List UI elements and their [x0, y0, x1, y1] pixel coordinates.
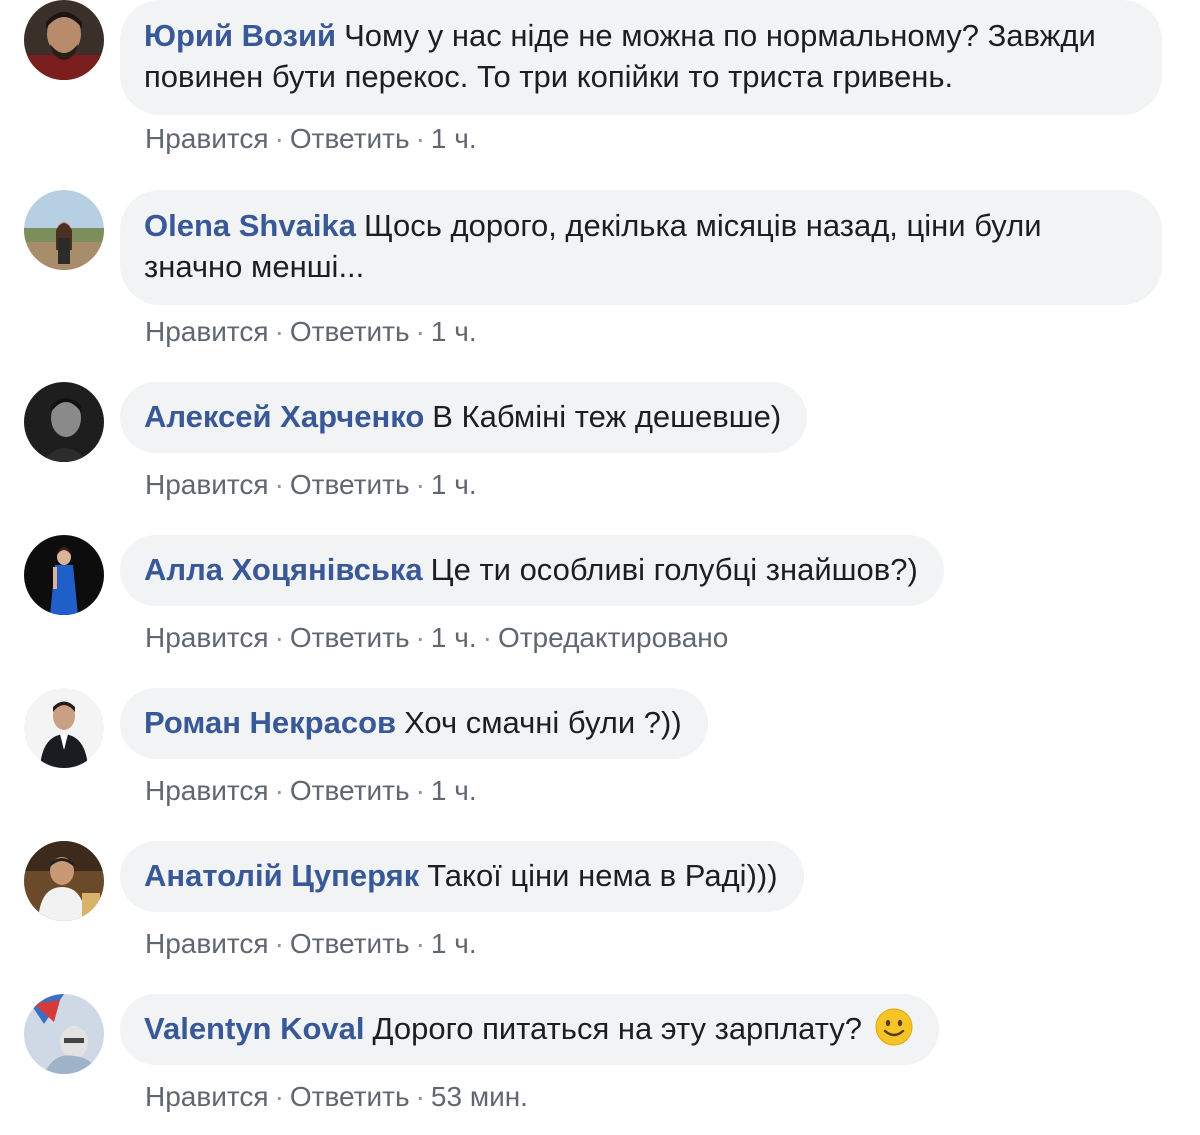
- slightly-smiling-face-icon: [875, 1008, 913, 1046]
- reply-link[interactable]: Ответить: [290, 469, 410, 500]
- like-link[interactable]: Нравится: [145, 123, 269, 154]
- comment-text: Це ти особливі голубці знайшов?): [430, 552, 918, 587]
- reply-link[interactable]: Ответить: [290, 775, 410, 806]
- reply-link[interactable]: Ответить: [290, 928, 410, 959]
- comment-actions: Нравится · Ответить · 53 мин.: [145, 1080, 528, 1114]
- comment-actions: Нравится · Ответить · 1 ч.: [145, 468, 477, 502]
- separator: ·: [415, 622, 425, 653]
- like-link[interactable]: Нравится: [145, 928, 269, 959]
- comment-bubble: Olena Shvaika Щось дорого, декілька місяц…: [120, 190, 1162, 305]
- avatar[interactable]: [24, 382, 104, 462]
- comment-author[interactable]: Анатолій Цуперяк: [144, 858, 419, 893]
- separator: ·: [415, 469, 425, 500]
- avatar-photo-icon: [24, 535, 104, 615]
- reply-link[interactable]: Ответить: [290, 1081, 410, 1112]
- comment-text: Хоч смачні були ?)): [404, 705, 682, 740]
- edited-link[interactable]: Отредактировано: [498, 622, 728, 653]
- separator: ·: [274, 1081, 284, 1112]
- comment-bubble: Роман Некрасов Хоч смачні були ?)): [120, 688, 708, 759]
- comment-author[interactable]: Olena Shvaika: [144, 208, 356, 243]
- comment-text: Такої ціни нема в Раді))): [427, 858, 778, 893]
- comment-actions: Нравится · Ответить · 1 ч. · Отредактировано: [145, 621, 728, 655]
- avatar[interactable]: [24, 688, 104, 768]
- timestamp-link[interactable]: 1 ч.: [431, 622, 477, 653]
- separator: ·: [415, 123, 425, 154]
- comment-author[interactable]: Алла Хоцянівська: [144, 552, 423, 587]
- like-link[interactable]: Нравится: [145, 775, 269, 806]
- avatar-photo-icon: [24, 688, 104, 768]
- separator: ·: [415, 775, 425, 806]
- comment-bubble: Алла Хоцянівська Це ти особливі голубці з…: [120, 535, 944, 606]
- avatar[interactable]: [24, 994, 104, 1074]
- comment-bubble: Анатолій Цуперяк Такої ціни нема в Раді))…: [120, 841, 804, 912]
- avatar[interactable]: [24, 535, 104, 615]
- avatar-photo-icon: [24, 190, 104, 270]
- comment-actions: Нравится · Ответить · 1 ч.: [145, 927, 477, 961]
- timestamp-link[interactable]: 1 ч.: [431, 928, 477, 959]
- timestamp-link[interactable]: 53 мин.: [431, 1081, 528, 1112]
- reply-link[interactable]: Ответить: [290, 123, 410, 154]
- comment-text: В Кабміні теж дешевше): [432, 399, 782, 434]
- like-link[interactable]: Нравится: [145, 316, 269, 347]
- separator: ·: [274, 775, 284, 806]
- avatar[interactable]: [24, 0, 104, 80]
- comment-author[interactable]: Роман Некрасов: [144, 705, 396, 740]
- comment-bubble: Юрий Возий Чому у нас ніде не можна по но…: [120, 0, 1162, 115]
- comment-actions: Нравится · Ответить · 1 ч.: [145, 315, 477, 349]
- separator: ·: [274, 469, 284, 500]
- separator: ·: [415, 1081, 425, 1112]
- comment-bubble: Valentyn Koval Дорого питаться на эту зар…: [120, 994, 939, 1065]
- comment-text: Дорого питаться на эту зарплату?: [372, 1011, 863, 1046]
- reply-link[interactable]: Ответить: [290, 316, 410, 347]
- like-link[interactable]: Нравится: [145, 622, 269, 653]
- timestamp-link[interactable]: 1 ч.: [431, 123, 477, 154]
- timestamp-link[interactable]: 1 ч.: [431, 775, 477, 806]
- avatar[interactable]: [24, 841, 104, 921]
- reply-link[interactable]: Ответить: [290, 622, 410, 653]
- separator: ·: [482, 622, 492, 653]
- avatar-photo-icon: [24, 382, 104, 462]
- like-link[interactable]: Нравится: [145, 469, 269, 500]
- separator: ·: [415, 316, 425, 347]
- comment-author[interactable]: Юрий Возий: [144, 18, 336, 53]
- timestamp-link[interactable]: 1 ч.: [431, 469, 477, 500]
- separator: ·: [274, 928, 284, 959]
- avatar[interactable]: [24, 190, 104, 270]
- separator: ·: [415, 928, 425, 959]
- timestamp-link[interactable]: 1 ч.: [431, 316, 477, 347]
- like-link[interactable]: Нравится: [145, 1081, 269, 1112]
- separator: ·: [274, 622, 284, 653]
- avatar-photo-icon: [24, 841, 104, 921]
- separator: ·: [274, 123, 284, 154]
- separator: ·: [274, 316, 284, 347]
- comment-actions: Нравится · Ответить · 1 ч.: [145, 122, 477, 156]
- avatar-photo-icon: [24, 994, 104, 1074]
- comment-bubble: Алексей Харченко В Кабміні теж дешевше): [120, 382, 808, 453]
- avatar-photo-icon: [24, 0, 104, 80]
- comment-author[interactable]: Алексей Харченко: [144, 399, 424, 434]
- comment-actions: Нравится · Ответить · 1 ч.: [145, 774, 477, 808]
- comment-author[interactable]: Valentyn Koval: [144, 1011, 365, 1046]
